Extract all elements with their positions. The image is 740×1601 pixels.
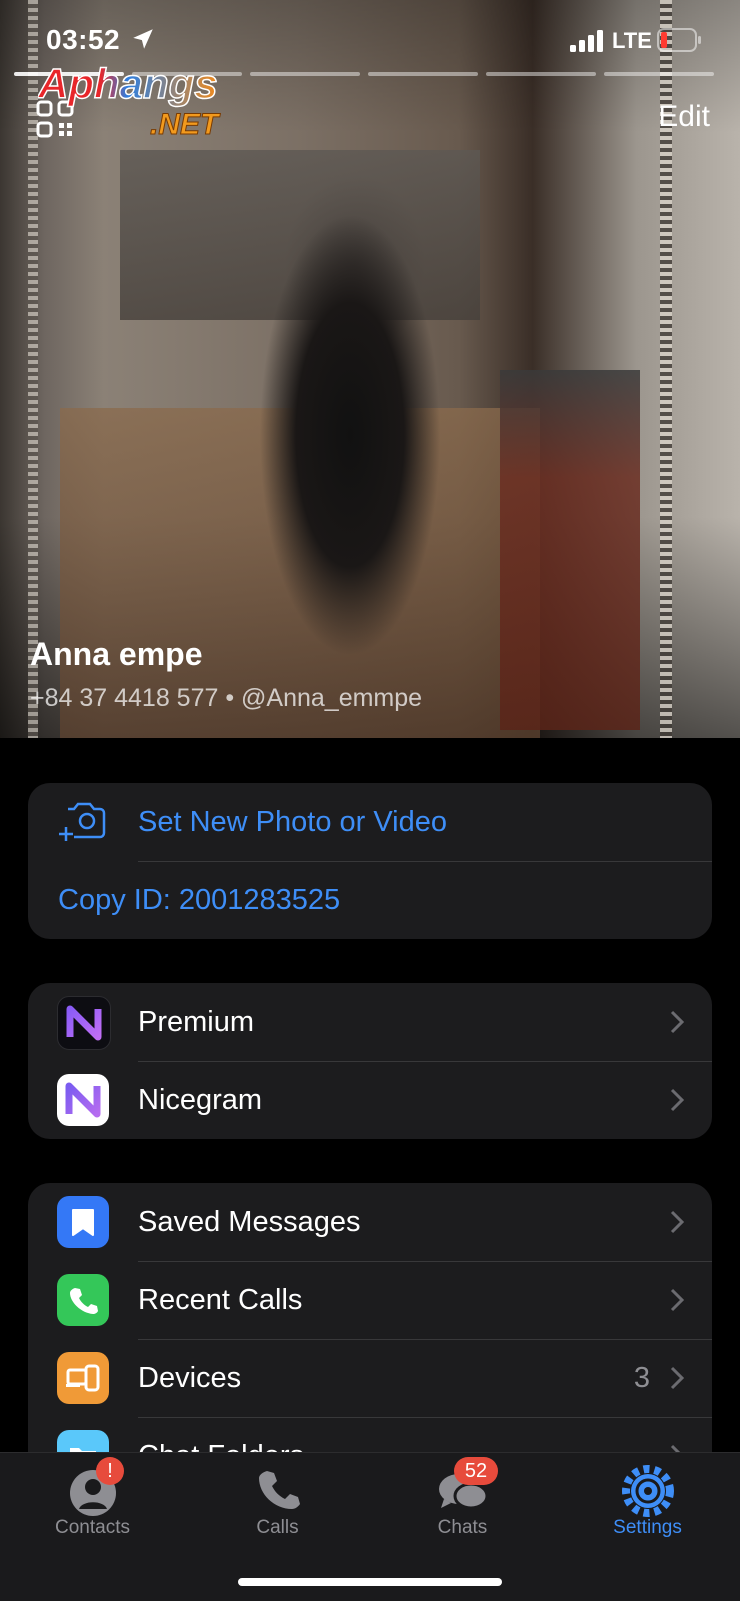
profile-actions-group: Set New Photo or Video Copy ID: 20012835… — [28, 783, 712, 939]
devices-count: 3 — [633, 1361, 650, 1394]
chat-folders-row[interactable]: Chat Folders — [28, 1417, 712, 1453]
set-new-photo-label: Set New Photo or Video — [138, 805, 447, 838]
devices-row[interactable]: Devices 3 — [28, 1339, 712, 1417]
settings-gear-icon — [622, 1465, 674, 1517]
tab-settings[interactable]: Settings — [555, 1453, 740, 1563]
camera-add-icon — [59, 802, 106, 841]
contacts-badge: ! — [96, 1457, 124, 1485]
recent-calls-label: Recent Calls — [138, 1283, 303, 1316]
calls-icon — [259, 1471, 300, 1509]
tab-contacts[interactable]: ! Contacts — [0, 1453, 185, 1563]
copy-id-label: Copy ID: 2001283525 — [58, 883, 341, 916]
chevron-right-icon — [670, 1288, 684, 1312]
chats-unread-badge: 52 — [454, 1457, 498, 1485]
photo-person — [250, 195, 450, 655]
svg-text:.NET: .NET — [150, 108, 221, 140]
tab-settings-label: Settings — [613, 1517, 682, 1538]
profile-name: Anna empe — [30, 636, 203, 672]
chevron-right-icon — [670, 1010, 684, 1034]
signal-bars-icon — [570, 30, 603, 52]
watermark-logo: Aphangs .NET — [38, 59, 222, 140]
premium-label: Premium — [138, 1005, 255, 1038]
app-group: Premium Nicegram — [28, 983, 712, 1139]
saved-messages-label: Saved Messages — [138, 1205, 361, 1238]
nicegram-premium-icon — [57, 996, 111, 1050]
devices-label: Devices — [138, 1361, 242, 1394]
nicegram-row[interactable]: Nicegram — [28, 1061, 712, 1139]
chevron-right-icon — [670, 1210, 684, 1234]
chat-folders-label: Chat Folders — [138, 1440, 304, 1454]
devices-icon — [57, 1352, 109, 1404]
photo-cabinet — [500, 370, 640, 730]
edit-button[interactable]: Edit — [658, 100, 710, 134]
svg-text:Aphangs: Aphangs — [38, 60, 218, 107]
chevron-right-icon — [670, 1088, 684, 1112]
settings-main-group: Saved Messages Recent Calls Devices 3 Ch… — [28, 1183, 712, 1453]
recent-calls-row[interactable]: Recent Calls — [28, 1261, 712, 1339]
network-type: LTE — [612, 28, 652, 53]
battery-icon — [657, 28, 701, 52]
nicegram-label: Nicegram — [138, 1083, 263, 1116]
folder-icon — [57, 1430, 109, 1453]
set-new-photo-row[interactable]: Set New Photo or Video — [28, 783, 712, 861]
tab-calls[interactable]: Calls — [185, 1453, 370, 1563]
chevron-right-icon — [670, 1366, 684, 1390]
profile-phone-username[interactable]: +84 37 4418 577 • @Anna_emmpe — [30, 684, 422, 713]
location-arrow-icon — [133, 29, 153, 49]
nicegram-icon — [57, 1074, 109, 1126]
tab-chats[interactable]: 52 Chats — [370, 1453, 555, 1563]
phone-icon — [57, 1274, 109, 1326]
status-time: 03:52 — [46, 24, 121, 55]
premium-row[interactable]: Premium — [28, 983, 712, 1061]
saved-messages-row[interactable]: Saved Messages — [28, 1183, 712, 1261]
bookmark-icon — [57, 1196, 109, 1248]
tab-contacts-label: Contacts — [55, 1517, 130, 1538]
home-indicator[interactable] — [238, 1578, 502, 1586]
tab-calls-label: Calls — [256, 1517, 299, 1538]
copy-id-row[interactable]: Copy ID: 2001283525 — [28, 861, 712, 939]
tab-chats-label: Chats — [437, 1517, 488, 1538]
